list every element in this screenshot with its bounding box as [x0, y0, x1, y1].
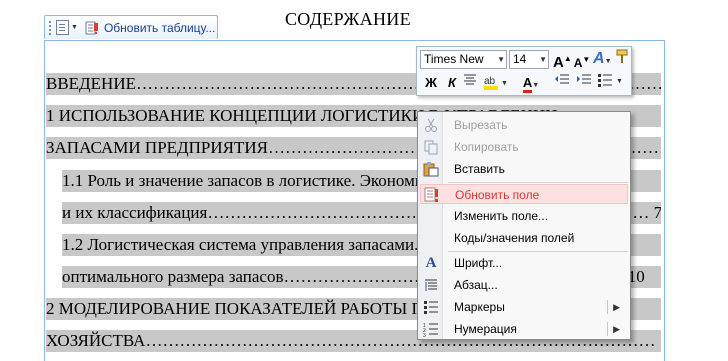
align-center-icon	[464, 74, 476, 85]
increase-indent-icon	[577, 74, 591, 84]
font-name-select[interactable]: Times New ▼	[420, 50, 507, 69]
grow-font-button[interactable]: A▲	[553, 49, 572, 71]
context-menu: Вырезать Копировать Вставить Обновить по…	[417, 111, 631, 340]
menu-item-label: Вставить	[454, 162, 505, 176]
update-table-icon[interactable]	[85, 21, 99, 35]
update-field-icon	[424, 187, 440, 203]
document-icon[interactable]	[56, 20, 69, 35]
menu-item-label: Нумерация	[454, 322, 517, 336]
bullets-icon	[423, 299, 439, 315]
menu-item-label: Вырезать	[454, 118, 508, 132]
chevron-down-icon[interactable]: ▼	[71, 24, 78, 31]
svg-text:3: 3	[423, 333, 426, 337]
paragraph-icon	[423, 277, 439, 293]
drag-handle-icon[interactable]	[49, 20, 51, 35]
align-center-button[interactable]	[461, 73, 479, 93]
font-size-value: 14	[513, 52, 527, 66]
chevron-right-icon: ▶	[613, 324, 620, 334]
menu-item-label: Обновить поле	[455, 188, 540, 202]
document-title: СОДЕРЖАНИЕ	[285, 9, 411, 29]
increase-indent-button[interactable]	[575, 73, 593, 93]
toc-field-tab[interactable]: ▼ Обновить таблицу...	[44, 15, 218, 39]
svg-text:▼: ▼	[501, 80, 508, 87]
menu-separator	[448, 251, 628, 252]
menu-item-label: Копировать	[454, 140, 519, 154]
menu-item-label: Коды/значения полей	[454, 231, 575, 245]
chevron-right-icon: ▶	[613, 302, 620, 312]
menu-item-paste[interactable]: Вставить	[420, 159, 628, 179]
menu-item-numbering[interactable]: 123 Нумерация ▶	[420, 319, 628, 339]
update-table-button[interactable]: Обновить таблицу...	[104, 21, 215, 35]
submenu-divider	[607, 300, 608, 314]
font-name-value: Times New	[424, 52, 484, 66]
mini-toolbar: Times New ▼ 14 ▼ A▲ A▼ A▼ Ж К ab ▼ A▼ ▼	[416, 46, 632, 96]
highlight-button[interactable]: ab ▼	[483, 73, 511, 93]
menu-item-label: Маркеры	[454, 300, 505, 314]
submenu-divider	[607, 322, 608, 336]
menu-item-label: Абзац...	[454, 278, 498, 292]
copy-icon	[423, 139, 439, 155]
bold-button[interactable]: Ж	[422, 73, 440, 93]
bullets-list-icon: ▼	[598, 74, 623, 87]
menu-item-update-field[interactable]: Обновить поле	[420, 184, 628, 204]
font-size-select[interactable]: 14 ▼	[509, 50, 549, 69]
menu-item-paragraph[interactable]: Абзац...	[420, 275, 628, 295]
font-icon: A	[425, 255, 437, 271]
paste-icon	[423, 161, 439, 177]
menu-item-label: Изменить поле...	[454, 209, 549, 223]
chevron-down-icon[interactable]: ▼	[539, 51, 547, 68]
bullets-button[interactable]: ▼	[597, 73, 625, 93]
svg-text:ab: ab	[484, 76, 496, 87]
decrease-indent-icon	[555, 74, 569, 84]
scissors-icon	[423, 117, 439, 133]
menu-item-copy[interactable]: Копировать	[420, 137, 628, 157]
styles-button[interactable]: A▼	[593, 49, 612, 69]
styles-icon: A	[593, 50, 605, 67]
format-painter-icon	[616, 49, 628, 63]
font-color-icon: A	[522, 76, 533, 93]
chevron-down-icon[interactable]: ▼	[497, 51, 505, 68]
decrease-indent-button[interactable]	[553, 73, 571, 93]
italic-button[interactable]: К	[443, 73, 461, 93]
svg-text:▼: ▼	[616, 78, 623, 85]
menu-item-font[interactable]: A Шрифт...	[420, 253, 628, 273]
menu-separator	[448, 182, 628, 183]
menu-item-bullets[interactable]: Маркеры ▶	[420, 297, 628, 317]
menu-item-edit-field[interactable]: Изменить поле...	[420, 206, 628, 226]
menu-item-cut[interactable]: Вырезать	[420, 115, 628, 135]
highlight-icon: ab ▼	[484, 76, 508, 90]
font-color-button[interactable]: A▼	[517, 73, 545, 93]
menu-item-label: Шрифт...	[454, 256, 503, 270]
menu-item-field-codes[interactable]: Коды/значения полей	[420, 228, 628, 248]
shrink-font-button[interactable]: A▼	[573, 50, 591, 70]
format-painter-button[interactable]	[613, 49, 631, 69]
numbering-icon: 123	[423, 321, 439, 339]
grow-font-icon: A	[553, 54, 564, 71]
